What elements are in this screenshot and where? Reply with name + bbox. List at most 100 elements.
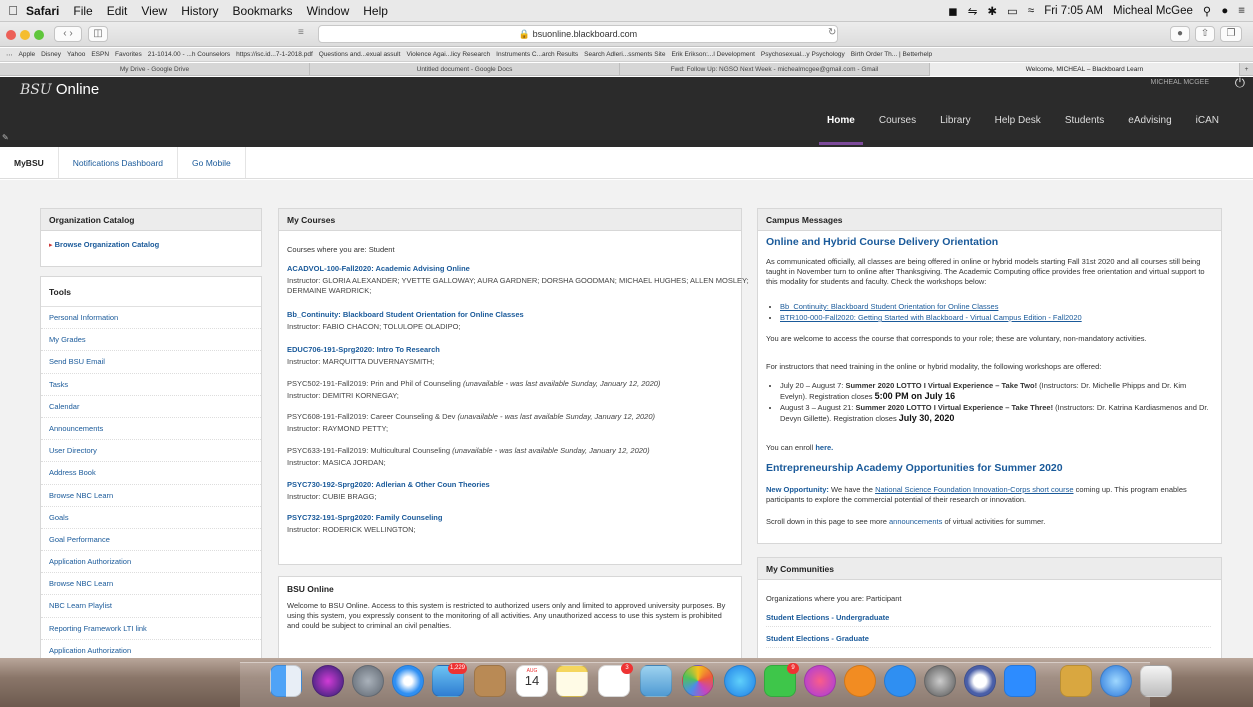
edit-mode-icon[interactable]: ✎ [2, 133, 9, 142]
reload-icon[interactable]: ↻ [828, 27, 836, 38]
course-link[interactable]: EDUC706-191-Sprg2020: Intro To Research [287, 345, 752, 355]
nav-library[interactable]: Library [928, 115, 983, 145]
nav-eadvising[interactable]: eAdvising [1116, 115, 1183, 145]
btr100-course-link[interactable]: BTR100-000-Fall2020: Getting Started wit… [780, 313, 1082, 322]
siri-icon[interactable]: ● [1221, 5, 1228, 17]
bookmark-item[interactable]: Search Adleri...ssments Site [584, 51, 665, 58]
nav-courses[interactable]: Courses [867, 115, 928, 145]
menu-bookmarks[interactable]: Bookmarks [233, 4, 293, 18]
notes-icon[interactable] [556, 665, 588, 697]
user-name[interactable]: Micheal McGee [1113, 5, 1193, 17]
bluetooth-icon[interactable]: ✱ [987, 4, 997, 18]
books-icon[interactable] [844, 665, 876, 697]
itunes-icon[interactable] [804, 665, 836, 697]
safari-icon[interactable] [392, 665, 424, 697]
community-link[interactable]: Student Elections - Graduate [766, 634, 869, 643]
downloads-folder-icon[interactable] [1060, 665, 1092, 697]
notification-center-icon[interactable]: ≡ [1238, 5, 1245, 17]
back-forward-buttons[interactable]: ‹ › [54, 26, 82, 42]
calendar-icon[interactable]: AUG 14 [516, 665, 548, 697]
clock[interactable]: Fri 7:05 AM [1044, 5, 1103, 17]
tool-goal-performance[interactable]: Goal Performance [41, 529, 261, 552]
nav-help-desk[interactable]: Help Desk [983, 115, 1053, 145]
reader-icon[interactable]: ≡ [298, 27, 304, 38]
tool-user-directory[interactable]: User Directory [41, 440, 261, 463]
menu-file[interactable]: File [73, 4, 92, 18]
finder-icon[interactable] [270, 665, 302, 697]
screen-record-icon[interactable]: ◼ [948, 4, 958, 18]
browser-tab[interactable]: Fwd: Follow Up: NGSO Next Week - micheal… [620, 63, 930, 76]
bookmark-item[interactable]: ESPN [91, 51, 109, 58]
tool-send-email[interactable]: Send BSU Email [41, 351, 261, 374]
bookmark-item[interactable]: Birth Order Th... | Betterhelp [851, 51, 932, 58]
tool-reporting-framework[interactable]: Reporting Framework LTI link [41, 618, 261, 640]
apple-icon[interactable]:  [0, 3, 26, 18]
tool-nbc-learn-playlist[interactable]: NBC Learn Playlist [41, 595, 261, 618]
bookmark-item[interactable]: Instruments C...arch Results [496, 51, 578, 58]
orientation-course-link[interactable]: Bb_Continuity: Blackboard Student Orient… [780, 302, 998, 311]
bsu-online-logo[interactable]: BSU Online [20, 81, 99, 98]
bookmark-item[interactable]: 21-1014.00 - ...h Counselors [148, 51, 230, 58]
tool-personal-information[interactable]: Personal Information [41, 307, 261, 330]
spotlight-icon[interactable]: ⚲ [1203, 4, 1211, 18]
menu-app[interactable]: Safari [26, 4, 59, 18]
nav-home[interactable]: Home [815, 115, 867, 145]
tool-browse-nbc-learn-2[interactable]: Browse NBC Learn [41, 573, 261, 596]
minimize-window-button[interactable] [20, 30, 30, 40]
bookmark-item[interactable]: Apple [19, 51, 36, 58]
browse-organization-catalog-link[interactable]: ▸ Browse Organization Catalog [41, 231, 261, 249]
webex-icon[interactable] [964, 665, 996, 697]
share-icon[interactable]: ⇧ [1195, 26, 1215, 42]
course-link[interactable]: Bb_Continuity: Blackboard Student Orient… [287, 310, 752, 320]
bookmark-item[interactable]: Questions and...exual assult [319, 51, 401, 58]
messages-icon[interactable] [724, 665, 756, 697]
menu-help[interactable]: Help [363, 4, 388, 18]
facetime-icon[interactable]: 9 [764, 663, 799, 697]
reminders-icon[interactable]: 3 [598, 663, 633, 697]
menu-history[interactable]: History [181, 4, 218, 18]
address-bar[interactable]: 🔒 bsuonline.blackboard.com [318, 25, 838, 43]
siri-icon[interactable] [312, 665, 344, 697]
tab-mybsu[interactable]: MyBSU [0, 147, 59, 178]
tool-my-grades[interactable]: My Grades [41, 329, 261, 352]
browser-tab-active[interactable]: Welcome, MICHEAL – Blackboard Learn [930, 63, 1240, 76]
tool-browse-nbc-learn[interactable]: Browse NBC Learn [41, 485, 261, 507]
tool-calendar[interactable]: Calendar [41, 396, 261, 418]
zoom-window-button[interactable] [34, 30, 44, 40]
bookmark-item[interactable]: Yahoo [67, 51, 85, 58]
photos-app-icon[interactable]: 1,229 [432, 663, 467, 697]
photos-icon[interactable] [682, 665, 714, 697]
trash-icon[interactable] [1140, 665, 1172, 697]
power-icon[interactable]: ⏻ [1235, 75, 1245, 91]
top-sites-icon[interactable]: ⋯ [6, 51, 13, 59]
bookmark-item[interactable]: Erik Erikson:...l Development [671, 51, 754, 58]
nav-ican[interactable]: iCAN [1184, 115, 1231, 145]
announcements-link[interactable]: announcements [889, 517, 942, 526]
menu-window[interactable]: Window [307, 4, 350, 18]
browser-tab[interactable]: Untitled document - Google Docs [310, 63, 620, 76]
tool-goals[interactable]: Goals [41, 507, 261, 529]
tabs-overview-icon[interactable]: ❐ [1220, 26, 1242, 42]
close-window-button[interactable] [6, 30, 16, 40]
preview-icon[interactable] [640, 665, 672, 697]
tab-go-mobile[interactable]: Go Mobile [178, 147, 246, 178]
course-link[interactable]: PSYC730-192-Sprg2020: Adlerian & Other C… [287, 480, 752, 490]
course-link[interactable]: ACADVOL-100-Fall2020: Academic Advising … [287, 264, 752, 274]
sync-icon[interactable]: ⇋ [968, 4, 978, 18]
bookmark-item[interactable]: Violence Agai...licy Research [406, 51, 490, 58]
airdrop-icon[interactable] [1100, 665, 1132, 697]
course-link[interactable]: PSYC732-191-Sprg2020: Family Counseling [287, 513, 752, 523]
bookmark-item[interactable]: Favorites [115, 51, 142, 58]
tool-address-book[interactable]: Address Book [41, 462, 261, 485]
wifi-icon[interactable]: ≈ [1028, 5, 1034, 17]
nav-students[interactable]: Students [1053, 115, 1116, 145]
enroll-here-link[interactable]: here. [815, 443, 833, 452]
sidebar-icon[interactable]: ◫ [88, 26, 108, 42]
system-preferences-icon[interactable] [924, 665, 956, 697]
extension-icon[interactable]: ● [1170, 26, 1190, 42]
menu-view[interactable]: View [141, 4, 167, 18]
tool-application-authorization[interactable]: Application Authorization [41, 551, 261, 574]
bookmark-item[interactable]: https://isc.id...7-1-2018.pdf [236, 51, 313, 58]
nsf-icorps-link[interactable]: National Science Foundation Innovation-C… [875, 485, 1073, 494]
tab-notifications-dashboard[interactable]: Notifications Dashboard [59, 147, 179, 178]
